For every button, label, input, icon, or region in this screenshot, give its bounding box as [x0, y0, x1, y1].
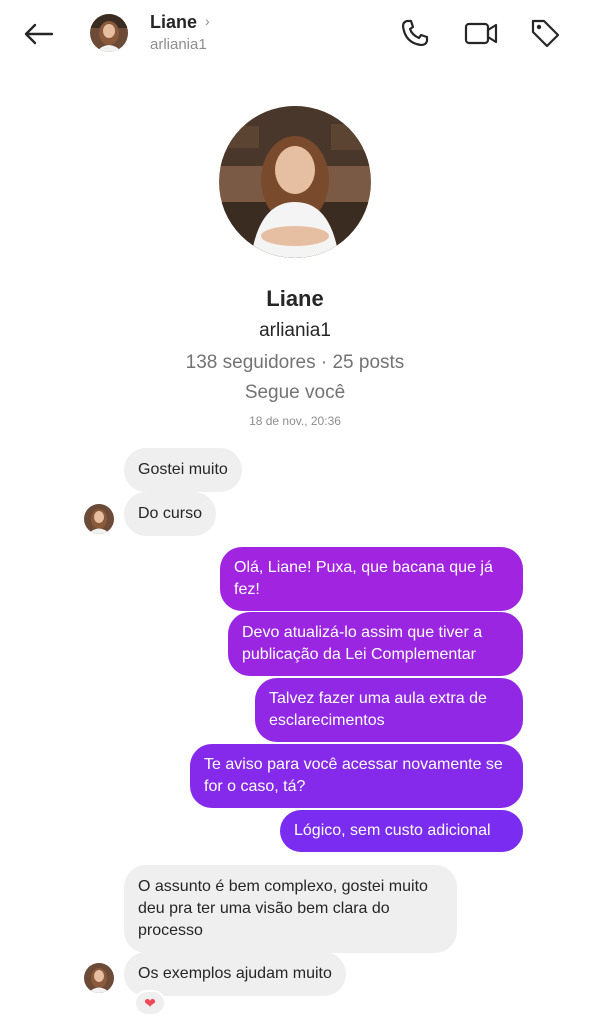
contact-username: arliania1	[150, 36, 207, 53]
message-outgoing[interactable]: Lógico, sem custo adicional	[280, 810, 523, 852]
back-arrow-icon	[24, 23, 54, 45]
profile-photo	[84, 963, 114, 993]
conversation-timestamp: 18 de nov., 20:36	[249, 414, 341, 428]
back-button[interactable]	[20, 16, 56, 52]
heart-reaction[interactable]: ❤	[134, 990, 166, 1016]
video-camera-icon	[464, 22, 498, 45]
profile-name: Liane	[266, 286, 324, 311]
contact-title[interactable]: Liane › arliania1	[150, 12, 210, 53]
profile-photo	[90, 14, 128, 52]
contact-name[interactable]: Liane	[150, 12, 197, 33]
message-outgoing[interactable]: Te aviso para você acessar novamente se …	[190, 744, 523, 808]
profile-avatar[interactable]	[219, 106, 371, 258]
avatar[interactable]	[90, 14, 128, 52]
chat-header: Liane › arliania1	[0, 0, 590, 68]
sender-avatar[interactable]	[84, 504, 114, 534]
message-incoming[interactable]: Gostei muito	[124, 448, 242, 492]
profile-card: Liane arliania1 138 seguidores · 25 post…	[0, 106, 590, 428]
message-incoming[interactable]: Do curso	[124, 492, 217, 536]
sender-avatar[interactable]	[84, 963, 114, 993]
message-outgoing[interactable]: Talvez fazer uma aula extra de esclareci…	[255, 678, 523, 742]
profile-photo	[219, 106, 371, 258]
profile-photo	[84, 504, 114, 534]
chevron-right-icon: ›	[205, 13, 210, 29]
video-call-button[interactable]	[462, 14, 500, 52]
profile-username: arliania1	[259, 320, 331, 341]
heart-icon: ❤	[144, 994, 156, 1011]
follows-you-label: Segue você	[244, 382, 346, 403]
message-incoming[interactable]: Os exemplos ajudam muito	[124, 952, 346, 996]
profile-stats: 138 seguidores · 25 posts	[185, 352, 405, 373]
tag-button[interactable]	[526, 14, 564, 52]
message-outgoing[interactable]: Olá, Liane! Puxa, que bacana que já fez!	[220, 547, 523, 611]
phone-icon	[401, 19, 429, 47]
message-incoming[interactable]: O assunto é bem complexo, gostei muito d…	[124, 865, 457, 953]
call-button[interactable]	[396, 14, 434, 52]
message-outgoing[interactable]: Devo atualizá-lo assim que tiver a publi…	[228, 612, 523, 676]
tag-icon	[531, 19, 560, 48]
